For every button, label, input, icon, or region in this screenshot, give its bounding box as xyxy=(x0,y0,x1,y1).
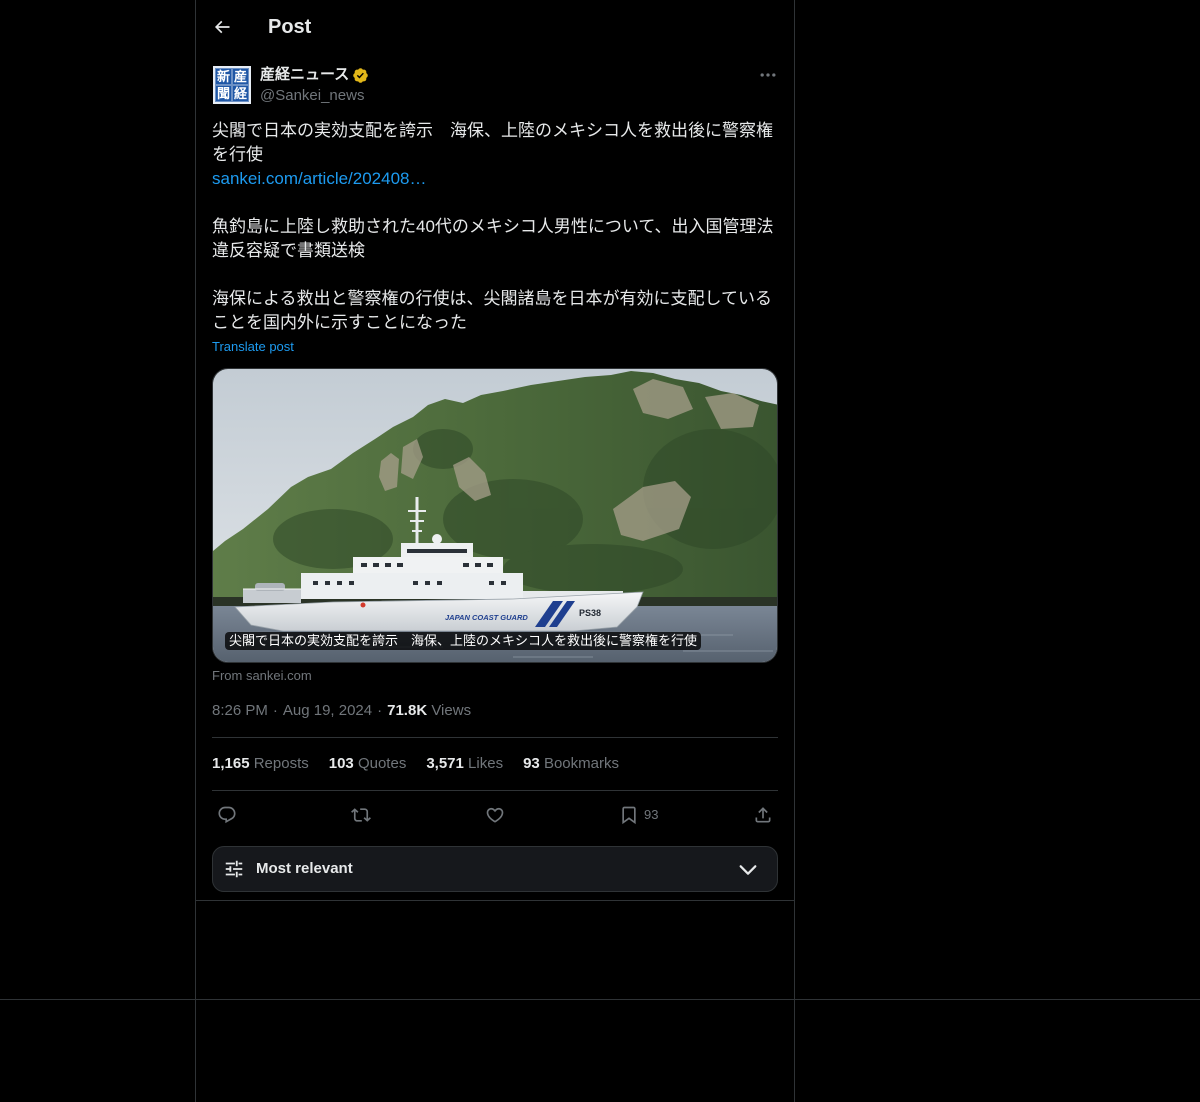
stat-label: Bookmarks xyxy=(543,755,619,772)
action-bar: 93 xyxy=(212,795,778,835)
author-handle[interactable]: @Sankei_news xyxy=(260,86,364,106)
arrow-left-icon[interactable] xyxy=(212,17,232,37)
translate-post-link[interactable]: Translate post xyxy=(212,339,294,355)
reply-icon xyxy=(218,806,236,824)
page-divider xyxy=(0,999,1200,1000)
like-button[interactable] xyxy=(485,805,505,825)
hull-number: PS38 xyxy=(579,608,601,618)
column-section-divider xyxy=(196,900,794,901)
sliders-icon xyxy=(225,860,243,878)
stat-count: 3,571 xyxy=(426,755,464,772)
meta-separator: · xyxy=(377,702,383,719)
reply-sort-label: Most relevant xyxy=(256,860,353,877)
card-source[interactable]: From sankei.com xyxy=(212,668,312,684)
author-name-row: 産経ニュース xyxy=(260,65,369,85)
meta-separator: · xyxy=(272,702,278,719)
bookmark-button[interactable] xyxy=(619,805,639,825)
divider xyxy=(212,737,778,738)
stat-reposts[interactable]: 1,165 Reposts xyxy=(212,754,309,774)
tweet-text: 尖閣で日本の実効支配を誇示 海保、上陸のメキシコ人を救出後に警察権を行使 san… xyxy=(212,119,778,335)
divider xyxy=(212,790,778,791)
link-card[interactable]: JAPAN COAST GUARD PS38 尖閣で日本の実効支配を誇示 海保、… xyxy=(212,368,778,663)
stat-label: Likes xyxy=(468,755,504,772)
more-dots-icon[interactable] xyxy=(758,65,778,85)
tweet-paragraph: 魚釣島に上陸し救助された40代のメキシコ人男性について、出入国管理法違反容疑で書… xyxy=(212,217,774,260)
avatar-logo-char: 経 xyxy=(232,85,249,102)
avatar-logo-char: 産 xyxy=(232,68,249,85)
stat-label: Quotes xyxy=(357,755,407,772)
post-meta: 8:26 PM · Aug 19, 2024 · 71.8K Views xyxy=(212,701,471,721)
stat-count: 103 xyxy=(328,755,354,772)
stat-label: Reposts xyxy=(253,755,309,772)
avatar[interactable]: 新 産 聞 経 xyxy=(213,66,251,104)
heart-icon xyxy=(486,807,504,823)
engagement-stats: 1,165 Reposts 103 Quotes 3,571 Likes 93 … xyxy=(212,754,619,774)
stat-bookmarks[interactable]: 93 Bookmarks xyxy=(523,754,619,774)
bookmark-count: 93 xyxy=(644,807,659,822)
author-name[interactable]: 産経ニュース xyxy=(260,65,349,85)
reply-sort-dropdown[interactable]: Most relevant xyxy=(212,846,778,892)
tweet-paragraph: 海保による救出と警察権の行使は、尖閣諸島を日本が有効に支配していることを国内外に… xyxy=(212,289,772,332)
repost-button[interactable] xyxy=(351,805,371,825)
stat-likes[interactable]: 3,571 Likes xyxy=(426,754,503,774)
tweet-headline: 尖閣で日本の実効支配を誇示 海保、上陸のメキシコ人を救出後に警察権を行使 xyxy=(212,121,773,164)
chevron-down-icon xyxy=(739,865,757,875)
repost-icon xyxy=(351,808,371,822)
avatar-logo-char: 新 xyxy=(215,68,232,85)
card-photo: JAPAN COAST GUARD PS38 xyxy=(213,369,777,662)
post-time[interactable]: 8:26 PM xyxy=(212,702,268,719)
stat-count: 93 xyxy=(523,755,540,772)
avatar-logo-char: 聞 xyxy=(215,85,232,102)
stat-count: 1,165 xyxy=(212,755,250,772)
post-date[interactable]: Aug 19, 2024 xyxy=(283,702,372,719)
main-column: Post 新 産 聞 経 産経ニュース @Sankei_news 尖閣で日本の実… xyxy=(195,0,795,1102)
ship-lettering: JAPAN COAST GUARD xyxy=(445,613,528,622)
reply-button[interactable] xyxy=(217,805,237,825)
bookmark-icon xyxy=(622,806,636,825)
verified-badge-icon[interactable] xyxy=(352,67,369,84)
views-label: Views xyxy=(431,702,472,719)
share-button[interactable] xyxy=(753,805,773,825)
views-count: 71.8K xyxy=(387,702,428,719)
page: Post 新 産 聞 経 産経ニュース @Sankei_news 尖閣で日本の実… xyxy=(0,0,1200,1102)
share-icon xyxy=(755,807,771,823)
card-caption: 尖閣で日本の実効支配を誇示 海保、上陸のメキシコ人を救出後に警察権を行使 xyxy=(225,632,702,650)
page-title: Post xyxy=(268,16,312,38)
stat-quotes[interactable]: 103 Quotes xyxy=(329,754,407,774)
article-link[interactable]: sankei.com/article/202408… xyxy=(212,167,778,191)
